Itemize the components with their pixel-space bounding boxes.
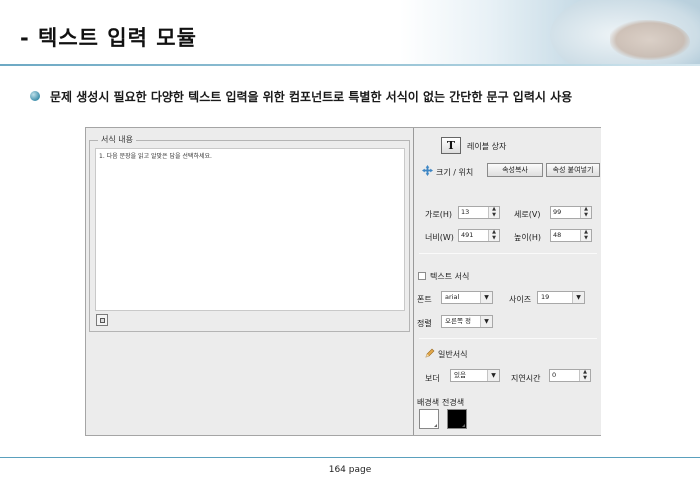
editor-option-button[interactable] — [96, 314, 108, 326]
footer-rule — [0, 457, 700, 458]
content-textarea[interactable]: 1. 다음 문장을 읽고 알맞은 답을 선택하세요. — [95, 148, 405, 311]
format-content-group: 서식 내용 1. 다음 문장을 읽고 알맞은 답을 선택하세요. — [89, 134, 410, 332]
border-value: 있음 — [454, 371, 466, 379]
section-divider — [419, 253, 597, 254]
y-label: 세로(V) — [514, 210, 541, 219]
page-number: 164 page — [328, 465, 372, 475]
foreground-color-label: 전경색 — [442, 398, 465, 407]
stepper-arrows-icon[interactable]: ▲ ▼ — [579, 369, 590, 381]
chevron-down-icon: ▼ — [487, 370, 499, 381]
width-value: 491 — [461, 231, 474, 239]
size-position-label: 크기 / 위치 — [436, 168, 474, 177]
font-label: 폰트 — [417, 295, 432, 304]
move-icon — [422, 165, 433, 176]
bullet-icon — [30, 91, 40, 101]
y-value: 99 — [553, 208, 562, 216]
x-value: 13 — [461, 208, 470, 216]
stepper-arrows-icon[interactable]: ▲ ▼ — [488, 229, 499, 241]
background-color-swatch[interactable] — [419, 409, 439, 429]
pencil-icon — [425, 348, 435, 358]
x-label: 가로(H) — [425, 210, 452, 219]
width-label: 너비(W) — [425, 233, 454, 242]
square-icon — [99, 317, 105, 323]
copy-properties-button[interactable]: 속성복사 — [487, 163, 543, 177]
label-box-title: 레이블 상자 — [467, 142, 507, 151]
height-stepper[interactable]: 48 ▲ ▼ — [550, 229, 592, 242]
font-select[interactable]: arial ▼ — [441, 291, 493, 304]
header-background-image — [400, 0, 700, 66]
x-stepper[interactable]: 13 ▲ ▼ — [458, 206, 500, 219]
stepper-arrows-icon[interactable]: ▲ ▼ — [580, 229, 591, 241]
size-label: 사이즈 — [509, 295, 532, 304]
page-title: - 텍스트 입력 모듈 — [20, 26, 197, 50]
text-tool-button[interactable]: T — [441, 137, 461, 154]
header-rule — [0, 64, 700, 66]
chevron-down-icon: ▼ — [480, 292, 492, 303]
chevron-down-icon: ▼ — [572, 292, 584, 303]
general-format-label: 일반서식 — [438, 350, 468, 359]
slide-subtitle: 문제 생성시 필요한 다양한 텍스트 입력을 위한 컴포넌트로 특별한 서식이 … — [50, 90, 573, 104]
size-select[interactable]: 19 ▼ — [537, 291, 585, 304]
text-format-label: 텍스트 서식 — [430, 272, 470, 281]
align-label: 정렬 — [417, 319, 432, 328]
delay-stepper[interactable]: 0 ▲ ▼ — [549, 369, 591, 382]
background-color-label: 배경색 — [417, 398, 440, 407]
delay-value: 0 — [552, 371, 557, 379]
slide-header: - 텍스트 입력 모듈 — [0, 0, 700, 66]
height-value: 48 — [553, 231, 562, 239]
section-divider — [419, 338, 597, 339]
component-editor-panel: 서식 내용 1. 다음 문장을 읽고 알맞은 답을 선택하세요. T 레이블 상… — [85, 127, 601, 436]
y-stepper[interactable]: 99 ▲ ▼ — [550, 206, 592, 219]
align-select[interactable]: 오른쪽 정 ▼ — [441, 315, 493, 328]
format-content-pane: 서식 내용 1. 다음 문장을 읽고 알맞은 답을 선택하세요. — [86, 128, 414, 435]
properties-pane: T 레이블 상자 크기 / 위치 속성복사 속성 붙여넣기 가로(H) 13 ▲… — [415, 128, 601, 435]
align-value: 오른쪽 정 — [445, 317, 471, 325]
format-content-label: 서식 내용 — [98, 134, 136, 145]
border-select[interactable]: 있음 ▼ — [450, 369, 500, 382]
paste-properties-button[interactable]: 속성 붙여넣기 — [546, 163, 600, 177]
delay-label: 지연시간 — [511, 374, 541, 383]
chevron-down-icon: ▼ — [480, 316, 492, 327]
font-value: arial — [445, 293, 460, 301]
border-label: 보더 — [425, 374, 440, 383]
height-label: 높이(H) — [514, 233, 541, 242]
stepper-arrows-icon[interactable]: ▲ ▼ — [580, 206, 591, 218]
size-value: 19 — [541, 293, 550, 301]
foreground-color-swatch[interactable] — [447, 409, 467, 429]
width-stepper[interactable]: 491 ▲ ▼ — [458, 229, 500, 242]
text-format-checkbox[interactable] — [418, 272, 426, 280]
stepper-arrows-icon[interactable]: ▲ ▼ — [488, 206, 499, 218]
